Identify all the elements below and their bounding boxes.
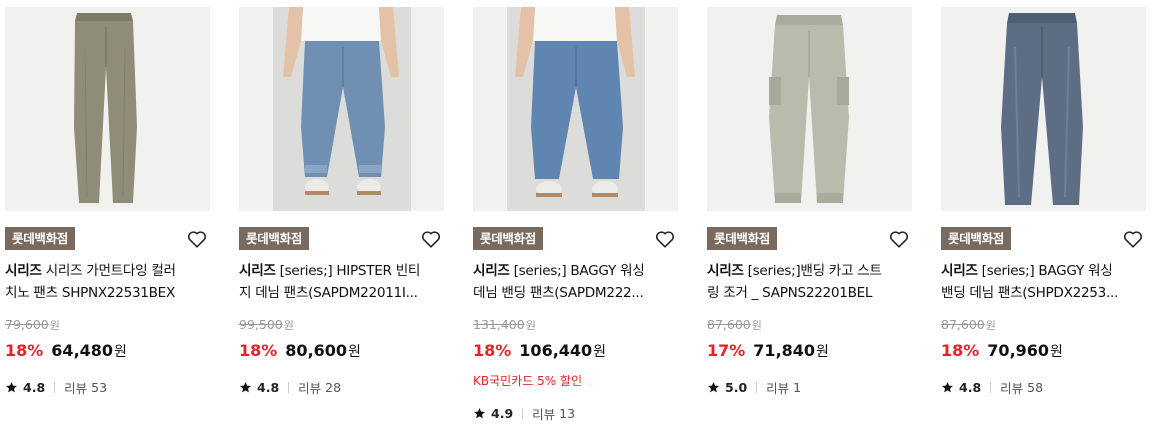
review-count: 53 [91, 380, 108, 395]
store-badge: 롯데백화점 [473, 227, 544, 250]
review-count: 13 [559, 406, 576, 421]
discount-rate: 18% [5, 341, 44, 360]
discount-rate: 17% [707, 341, 746, 360]
product-title-line2: 데님 밴딩 팬츠(SAPDM222... [473, 285, 644, 301]
product-brand: 시리즈 [707, 263, 744, 279]
product-grid: 롯데백화점 시리즈 시리즈 가먼트다잉 컬러 치노 팬츠 SHPNX22531BE… [0, 0, 1156, 435]
review-label: 리뷰 [298, 381, 322, 396]
product-brand: 시리즈 [941, 263, 978, 279]
rating-score: 4.9 [491, 406, 514, 421]
star-icon [942, 382, 953, 393]
product-title[interactable]: 시리즈 시리즈 가먼트다잉 컬러 치노 팬츠 SHPNX22531BEX [5, 260, 210, 304]
heart-icon[interactable] [420, 228, 442, 250]
product-title[interactable]: 시리즈 [series;] HIPSTER 빈티 지 데님 팬츠(SAPDM220… [239, 260, 444, 304]
product-card[interactable]: 롯데백화점 시리즈 [series;] BAGGY 워싱 데님 밴딩 팬츠(SAP… [473, 0, 678, 435]
review-count: 58 [1027, 380, 1044, 395]
grey-washed-denim-image [941, 7, 1146, 211]
product-image[interactable] [5, 7, 210, 211]
review-label: 리뷰 [64, 381, 88, 396]
product-title-line1: [series;] BAGGY 워싱 [981, 263, 1113, 279]
rating-row: 4.8 리뷰 53 [5, 378, 107, 397]
heart-icon[interactable] [1122, 228, 1144, 250]
product-title-line2: 밴딩 데님 팬츠(SHPDX2253... [941, 285, 1119, 301]
discount-rate: 18% [473, 341, 512, 360]
star-icon [6, 382, 17, 393]
review-label: 리뷰 [532, 407, 556, 422]
divider [756, 382, 758, 393]
product-card[interactable]: 롯데백화점 시리즈 [series;]밴딩 카고 스트 링 조거 _ SAPNS2… [707, 0, 912, 435]
product-brand: 시리즈 [473, 263, 510, 279]
rating-score: 4.8 [959, 380, 982, 395]
product-card[interactable]: 롯데백화점 시리즈 시리즈 가먼트다잉 컬러 치노 팬츠 SHPNX22531BE… [5, 0, 210, 435]
store-badge: 롯데백화점 [941, 227, 1012, 250]
product-title-line2: 링 조거 _ SAPNS22201BEL [707, 285, 873, 301]
rating-score: 4.8 [23, 380, 46, 395]
discount-rate: 18% [239, 341, 278, 360]
heart-icon[interactable] [888, 228, 910, 250]
product-title-line1: 시리즈 가먼트다잉 컬러 [45, 263, 176, 279]
product-title-line2: 치노 팬츠 SHPNX22531BEX [5, 285, 175, 301]
heart-icon[interactable] [186, 228, 208, 250]
rating-score: 4.8 [257, 380, 280, 395]
model-baggy-denim-image [473, 7, 678, 211]
khaki-chino-pants-image [5, 7, 210, 211]
product-brand: 시리즈 [5, 263, 42, 279]
model-light-denim-image [239, 7, 444, 211]
rating-row: 5.0 리뷰 1 [707, 378, 801, 397]
sale-price: 18% 106,440원 [473, 341, 607, 360]
heart-icon[interactable] [654, 228, 676, 250]
sale-price: 18% 80,600원 [239, 341, 361, 360]
product-image[interactable] [473, 7, 678, 211]
star-icon [474, 408, 485, 419]
review-label: 리뷰 [766, 381, 790, 396]
store-badge: 롯데백화점 [239, 227, 310, 250]
cargo-jogger-pants-image [707, 7, 912, 211]
divider [522, 408, 524, 419]
product-title[interactable]: 시리즈 [series;] BAGGY 워싱 데님 밴딩 팬츠(SAPDM222.… [473, 260, 678, 304]
product-card[interactable]: 롯데백화점 시리즈 [series;] BAGGY 워싱 밴딩 데님 팬츠(SHP… [941, 0, 1146, 435]
product-title-line1: [series;]밴딩 카고 스트 [747, 263, 882, 279]
original-price: 131,400원 [473, 317, 536, 332]
review-label: 리뷰 [1000, 381, 1024, 396]
product-image[interactable] [941, 7, 1146, 211]
product-title-line2: 지 데님 팬츠(SAPDM22011I... [239, 285, 418, 301]
star-icon [708, 382, 719, 393]
product-brand: 시리즈 [239, 263, 276, 279]
discount-rate: 18% [941, 341, 980, 360]
product-image[interactable] [239, 7, 444, 211]
product-card[interactable]: 롯데백화점 시리즈 [series;] HIPSTER 빈티 지 데님 팬츠(SA… [239, 0, 444, 435]
product-title[interactable]: 시리즈 [series;] BAGGY 워싱 밴딩 데님 팬츠(SHPDX2253… [941, 260, 1146, 304]
sale-price: 18% 70,960원 [941, 341, 1063, 360]
product-title-line1: [series;] HIPSTER 빈티 [279, 263, 421, 279]
review-count: 28 [325, 380, 342, 395]
divider [288, 382, 290, 393]
product-image[interactable] [707, 7, 912, 211]
rating-row: 4.8 리뷰 58 [941, 378, 1043, 397]
review-count: 1 [793, 380, 802, 395]
store-badge: 롯데백화점 [5, 227, 76, 250]
product-title-line1: [series;] BAGGY 워싱 [513, 263, 645, 279]
rating-score: 5.0 [725, 380, 748, 395]
card-promo-text: KB국민카드 5% 할인 [473, 374, 583, 388]
original-price: 99,500원 [239, 317, 294, 332]
rating-row: 4.9 리뷰 13 [473, 404, 575, 423]
sale-price: 17% 71,840원 [707, 341, 829, 360]
star-icon [240, 382, 251, 393]
divider [990, 382, 992, 393]
original-price: 79,600원 [5, 317, 60, 332]
store-badge: 롯데백화점 [707, 227, 778, 250]
sale-price: 18% 64,480원 [5, 341, 127, 360]
original-price: 87,600원 [941, 317, 996, 332]
divider [54, 382, 56, 393]
rating-row: 4.8 리뷰 28 [239, 378, 341, 397]
product-title[interactable]: 시리즈 [series;]밴딩 카고 스트 링 조거 _ SAPNS22201BE… [707, 260, 912, 304]
original-price: 87,600원 [707, 317, 762, 332]
